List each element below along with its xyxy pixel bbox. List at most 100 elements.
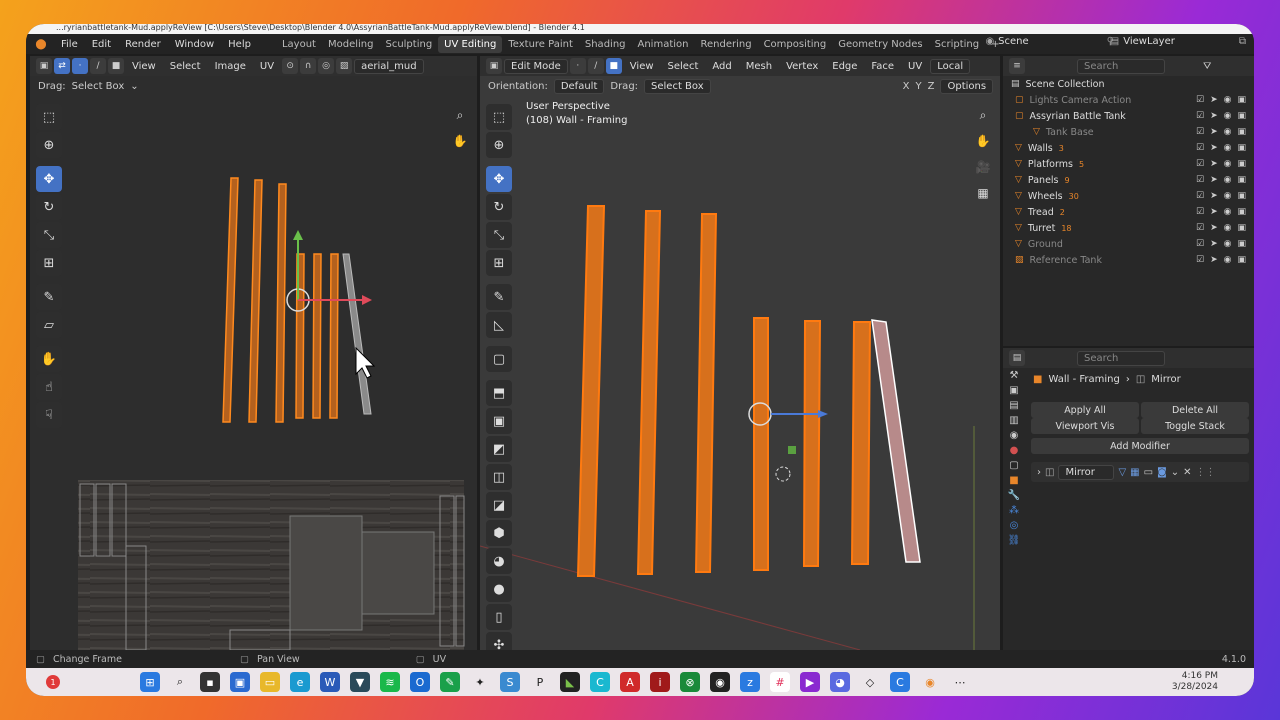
3d-cursor[interactable] [775,466,791,482]
visibility-toggles[interactable]: ☑ ➤ ◉ ▣ [1196,191,1246,201]
world-tab-icon[interactable]: ● [1010,445,1019,456]
select-box-tool[interactable]: ⬚ [486,104,512,130]
checkbox-icon[interactable]: ☑ [1196,95,1204,105]
obs-icon[interactable]: ◉ [710,672,730,692]
on-cage-icon[interactable]: ▦ [1130,467,1139,478]
transform-tool[interactable]: ⊞ [486,250,512,276]
tab-modeling[interactable]: Modeling [322,36,380,53]
filter-icon[interactable]: ⛛ [1203,61,1211,72]
transform-tool[interactable]: ⊞ [36,250,62,276]
blender-logo-icon[interactable]: ⬤ [32,35,50,53]
tool-tab-icon[interactable]: ⚒ [1010,370,1019,381]
select-icon[interactable]: ➤ [1210,111,1218,121]
tab-rendering[interactable]: Rendering [694,36,757,53]
pinterest-icon[interactable]: P [530,672,550,692]
uv-editor[interactable]: ▣ ⇄ · / ■ View Select Image UV ⊙ ∩ ◎ ▨ a… [30,56,477,650]
camera-icon[interactable]: ▣ [1237,143,1246,153]
delete-all-button[interactable]: Delete All [1141,402,1249,418]
visibility-toggles[interactable]: ☑ ➤ ◉ ▣ [1196,255,1246,265]
zoom-icon[interactable]: ⌕ [449,104,471,126]
tab-texture-paint[interactable]: Texture Paint [502,36,579,53]
eye-icon[interactable]: ◉ [1224,175,1232,185]
scene-selector[interactable]: ◉ Scene ⚲ [985,36,1114,47]
camera-icon[interactable]: 🎥 [972,156,994,178]
poly-build-tool[interactable]: ⬢ [486,520,512,546]
notification-icon[interactable]: 1 [46,675,60,689]
search-icon[interactable]: ⌕ [170,672,190,692]
select-icon[interactable]: ➤ [1210,159,1218,169]
word-icon[interactable]: W [320,672,340,692]
checkbox-icon[interactable]: ☑ [1196,143,1204,153]
info-app-icon[interactable]: i [650,672,670,692]
eye-icon[interactable]: ◉ [1224,95,1232,105]
edit-mode-icon[interactable]: ▽ [1118,467,1126,478]
eye-icon[interactable]: ◉ [1224,127,1232,137]
zoom-app-icon[interactable]: z [740,672,760,692]
gizmo-x-arrow[interactable] [362,295,372,305]
blender-taskbar-icon[interactable]: ◉ [920,672,940,692]
drag-handle-icon[interactable]: ⋮⋮ [1196,467,1216,478]
eye-icon[interactable]: ◉ [1224,191,1232,201]
outliner-item[interactable]: ▽ Ground ☑ ➤ ◉ ▣ [1003,236,1254,252]
camera-icon[interactable]: ▣ [1237,223,1246,233]
checkbox-icon[interactable]: ☑ [1196,111,1204,121]
output-tab-icon[interactable]: ▤ [1009,400,1018,411]
render-icon[interactable]: ◙ [1157,467,1167,478]
cursor-tool[interactable]: ⊕ [486,132,512,158]
annotate-tool[interactable]: ✎ [486,284,512,310]
slack-icon[interactable]: # [770,672,790,692]
discord-icon[interactable]: ◕ [830,672,850,692]
modifier-name-field[interactable]: Mirror [1058,464,1115,480]
select-icon[interactable]: ➤ [1210,95,1218,105]
camera-icon[interactable]: ▣ [1237,127,1246,137]
move-tool[interactable]: ✥ [486,166,512,192]
gizmo-plane-handle[interactable] [788,446,796,454]
outliner-item[interactable]: ▽ Panels 9 ☑ ➤ ◉ ▣ [1003,172,1254,188]
3d-viewport[interactable]: ▣ Edit Mode · / ■ View Select Add Mesh V… [480,56,1000,650]
select-box-tool[interactable]: ⬚ [36,104,62,130]
eye-icon[interactable]: ◉ [1224,159,1232,169]
media-app-icon[interactable]: ▶ [800,672,820,692]
select-icon[interactable]: ➤ [1210,255,1218,265]
checkbox-icon[interactable]: ☑ [1196,127,1204,137]
hand-icon[interactable]: ✋ [972,130,994,152]
more-icon[interactable]: ⋯ [950,672,970,692]
scene-tab-icon[interactable]: ◉ [1010,430,1019,441]
annotate-tool[interactable]: ✎ [36,284,62,310]
eye-icon[interactable]: ◉ [1224,255,1232,265]
pinch-tool[interactable]: ☟ [36,402,62,428]
camera-icon[interactable]: ▣ [1237,191,1246,201]
vpn-icon[interactable]: ▼ [350,672,370,692]
select-icon[interactable]: ➤ [1210,143,1218,153]
eye-icon[interactable]: ◉ [1224,143,1232,153]
tab-shading[interactable]: Shading [579,36,632,53]
unselected-uv-strip[interactable] [342,253,372,415]
visibility-toggles[interactable]: ☑ ➤ ◉ ▣ [1196,175,1246,185]
viewport-canvas[interactable] [480,56,1000,650]
cube-app-icon[interactable]: ◇ [860,672,880,692]
gizmo-x-arrow[interactable] [818,410,828,418]
uv-island[interactable] [289,515,363,631]
outliner-item[interactable]: ▧ Reference Tank ☑ ➤ ◉ ▣ [1003,252,1254,268]
menu-file[interactable]: File [54,39,85,50]
stencil-app-icon[interactable]: S [500,672,520,692]
select-icon[interactable]: ➤ [1210,207,1218,217]
viewport-vis-button[interactable]: Viewport Vis [1031,418,1139,434]
outliner-item[interactable]: ▢ Assyrian Battle Tank ☑ ➤ ◉ ▣ [1003,108,1254,124]
rotate-tool[interactable]: ↻ [36,194,62,220]
chevron-down-icon[interactable]: ⌄ [1171,467,1179,478]
select-icon[interactable]: ➤ [1210,239,1218,249]
visibility-toggles[interactable]: ☑ ➤ ◉ ▣ [1196,143,1246,153]
edge-icon[interactable]: e [290,672,310,692]
tab-animation[interactable]: Animation [632,36,695,53]
modifier-tab-icon[interactable]: 🔧 [1008,490,1020,501]
move-tool[interactable]: ✥ [36,166,62,192]
menu-edit[interactable]: Edit [85,39,118,50]
camera-icon[interactable]: ▣ [1237,207,1246,217]
select-icon[interactable]: ➤ [1210,127,1218,137]
clipchamp-icon[interactable]: C [590,672,610,692]
tab-scripting[interactable]: Scripting [929,36,985,53]
collection-tab-icon[interactable]: ▢ [1009,460,1018,471]
system-clock[interactable]: 4:16 PM 3/28/2024 [1172,671,1218,693]
camera-icon[interactable]: ▣ [1237,239,1246,249]
